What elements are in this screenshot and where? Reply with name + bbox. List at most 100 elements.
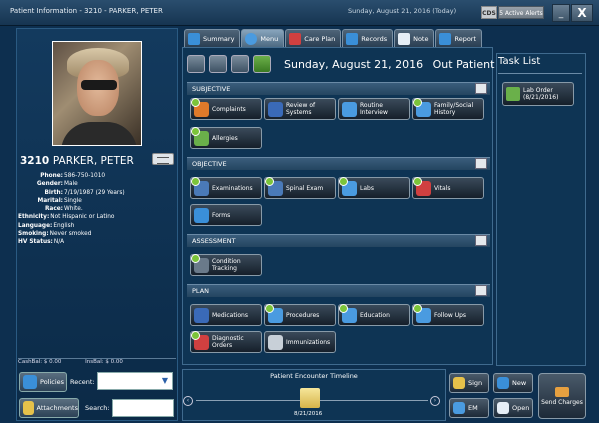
tab-note[interactable]: Note — [394, 29, 435, 47]
expand-icon[interactable] — [475, 83, 487, 94]
expand-icon[interactable] — [475, 235, 487, 246]
education-icon — [339, 303, 357, 323]
timeline-next-button[interactable]: › — [430, 396, 440, 406]
settings-icon[interactable] — [209, 55, 227, 73]
gender-value: Male — [64, 181, 78, 188]
procedures-label: Procedures — [286, 311, 320, 319]
section-plan: PLAN — [187, 284, 490, 297]
tab-report[interactable]: Report — [435, 29, 483, 47]
note-icon — [398, 32, 411, 45]
race-value: White. — [64, 206, 83, 213]
smoking-label: Smoking: — [18, 231, 49, 238]
timeline-title: Patient Encounter Timeline — [270, 372, 358, 380]
task-list-title: Task List — [498, 56, 541, 67]
hv-status-label: HV Status: — [18, 239, 53, 246]
review-label: Review of Systems — [286, 102, 316, 116]
immunizations-button[interactable]: Immunizations — [264, 331, 336, 353]
tab-menu[interactable]: Menu — [241, 29, 285, 47]
follow-ups-label: Follow Ups — [434, 311, 467, 319]
document-icon[interactable] — [187, 55, 205, 73]
review-icon — [268, 101, 283, 117]
interview-icon — [342, 101, 357, 117]
patient-name-text: PARKER, PETER — [52, 155, 134, 167]
policies-button[interactable]: Policies — [19, 372, 67, 392]
em-button[interactable]: EM — [449, 398, 489, 418]
birth-label: Birth: — [44, 189, 63, 196]
sign-button[interactable]: Sign — [449, 373, 489, 393]
condition-label: Condition Tracking — [212, 258, 241, 272]
marital-value: Single — [64, 197, 82, 204]
labs-icon — [339, 176, 357, 196]
open-icon — [497, 402, 509, 414]
attachments-button[interactable]: Attachments — [19, 398, 79, 418]
expand-icon[interactable] — [475, 285, 487, 296]
diagnostic-icon — [191, 330, 209, 350]
divider — [498, 73, 582, 74]
ethnicity-label: Ethnicity: — [18, 214, 50, 221]
condition-icon — [191, 253, 209, 273]
examinations-button[interactable]: Examinations — [190, 176, 262, 199]
lab-order-icon — [506, 87, 520, 101]
education-label: Education — [360, 311, 390, 319]
education-button[interactable]: Education — [338, 303, 410, 326]
policies-label: Policies — [40, 378, 65, 386]
open-button[interactable]: Open — [493, 398, 533, 418]
family-social-history-button[interactable]: Family/Social History — [412, 97, 484, 120]
task-item-label: Lab Order — [523, 87, 553, 94]
search-input[interactable] — [112, 399, 174, 417]
attachments-label: Attachments — [36, 404, 79, 412]
timeline-prev-button[interactable]: ‹ — [183, 396, 193, 406]
vitals-button[interactable]: Vitals — [412, 176, 484, 199]
id-card-icon[interactable] — [152, 153, 174, 165]
labs-button[interactable]: Labs — [338, 176, 410, 199]
complaints-button[interactable]: Complaints — [190, 97, 262, 120]
medications-button[interactable]: Medications — [190, 304, 262, 326]
follow-ups-icon — [413, 303, 431, 323]
vitals-icon — [413, 176, 431, 196]
minimize-button[interactable]: _ — [552, 4, 570, 22]
summary-icon — [188, 32, 200, 45]
ins-balance: InsBal: $ 0.00 — [85, 359, 123, 365]
section-subjective: SUBJECTIVE — [187, 82, 490, 95]
spinal-icon — [265, 176, 283, 196]
expand-icon[interactable] — [475, 158, 487, 169]
smoking-value: Never smoked — [49, 231, 92, 238]
plus-icon — [497, 377, 509, 389]
send-charges-label: Send Charges — [541, 398, 583, 406]
tab-records[interactable]: Records — [342, 29, 394, 47]
demographics: Phone: 586-750-1010 Gender: Male Birth: 7/1… — [18, 172, 125, 247]
review-of-systems-button[interactable]: Review of Systems — [264, 98, 336, 120]
allergies-button[interactable]: Allergies — [190, 126, 262, 149]
encounter-icon[interactable] — [300, 388, 320, 408]
visit-type: Out Patient — [432, 58, 495, 71]
gender-label: Gender: — [36, 181, 63, 188]
cds-button[interactable]: CDS — [481, 6, 497, 19]
lock-icon — [453, 377, 465, 389]
race-label: Race: — [44, 206, 63, 213]
routine-interview-button[interactable]: Routine Interview — [338, 98, 410, 120]
forms-button[interactable]: Forms — [190, 204, 262, 226]
recent-dropdown[interactable] — [97, 372, 173, 390]
tab-care-plan[interactable]: Care Plan — [285, 29, 342, 47]
close-button[interactable]: X — [571, 4, 593, 22]
subjective-title: SUBJECTIVE — [192, 85, 231, 93]
refresh-icon[interactable] — [253, 55, 271, 73]
recent-label: Recent: — [70, 378, 95, 386]
diagnostic-orders-button[interactable]: Diagnostic Orders — [190, 330, 262, 353]
procedures-button[interactable]: Procedures — [264, 303, 336, 326]
active-alerts-button[interactable]: 5 Active Alerts — [498, 6, 544, 19]
tab-summary[interactable]: Summary — [184, 29, 241, 47]
syringe-icon — [268, 334, 283, 350]
em-icon — [453, 402, 465, 414]
patient-id: 3210 — [20, 155, 50, 167]
tag-icon[interactable] — [231, 55, 249, 73]
cash-balance: CashBal: $ 0.00 — [18, 359, 62, 365]
vitals-label: Vitals — [434, 184, 451, 192]
task-item[interactable]: Lab Order (8/21/2016) — [502, 82, 574, 106]
send-charges-button[interactable]: Send Charges — [538, 373, 586, 419]
follow-ups-button[interactable]: Follow Ups — [412, 303, 484, 326]
new-button[interactable]: New — [493, 373, 533, 393]
condition-tracking-button[interactable]: Condition Tracking — [190, 253, 262, 276]
spinal-exam-button[interactable]: Spinal Exam — [264, 176, 336, 199]
new-label: New — [512, 379, 527, 387]
